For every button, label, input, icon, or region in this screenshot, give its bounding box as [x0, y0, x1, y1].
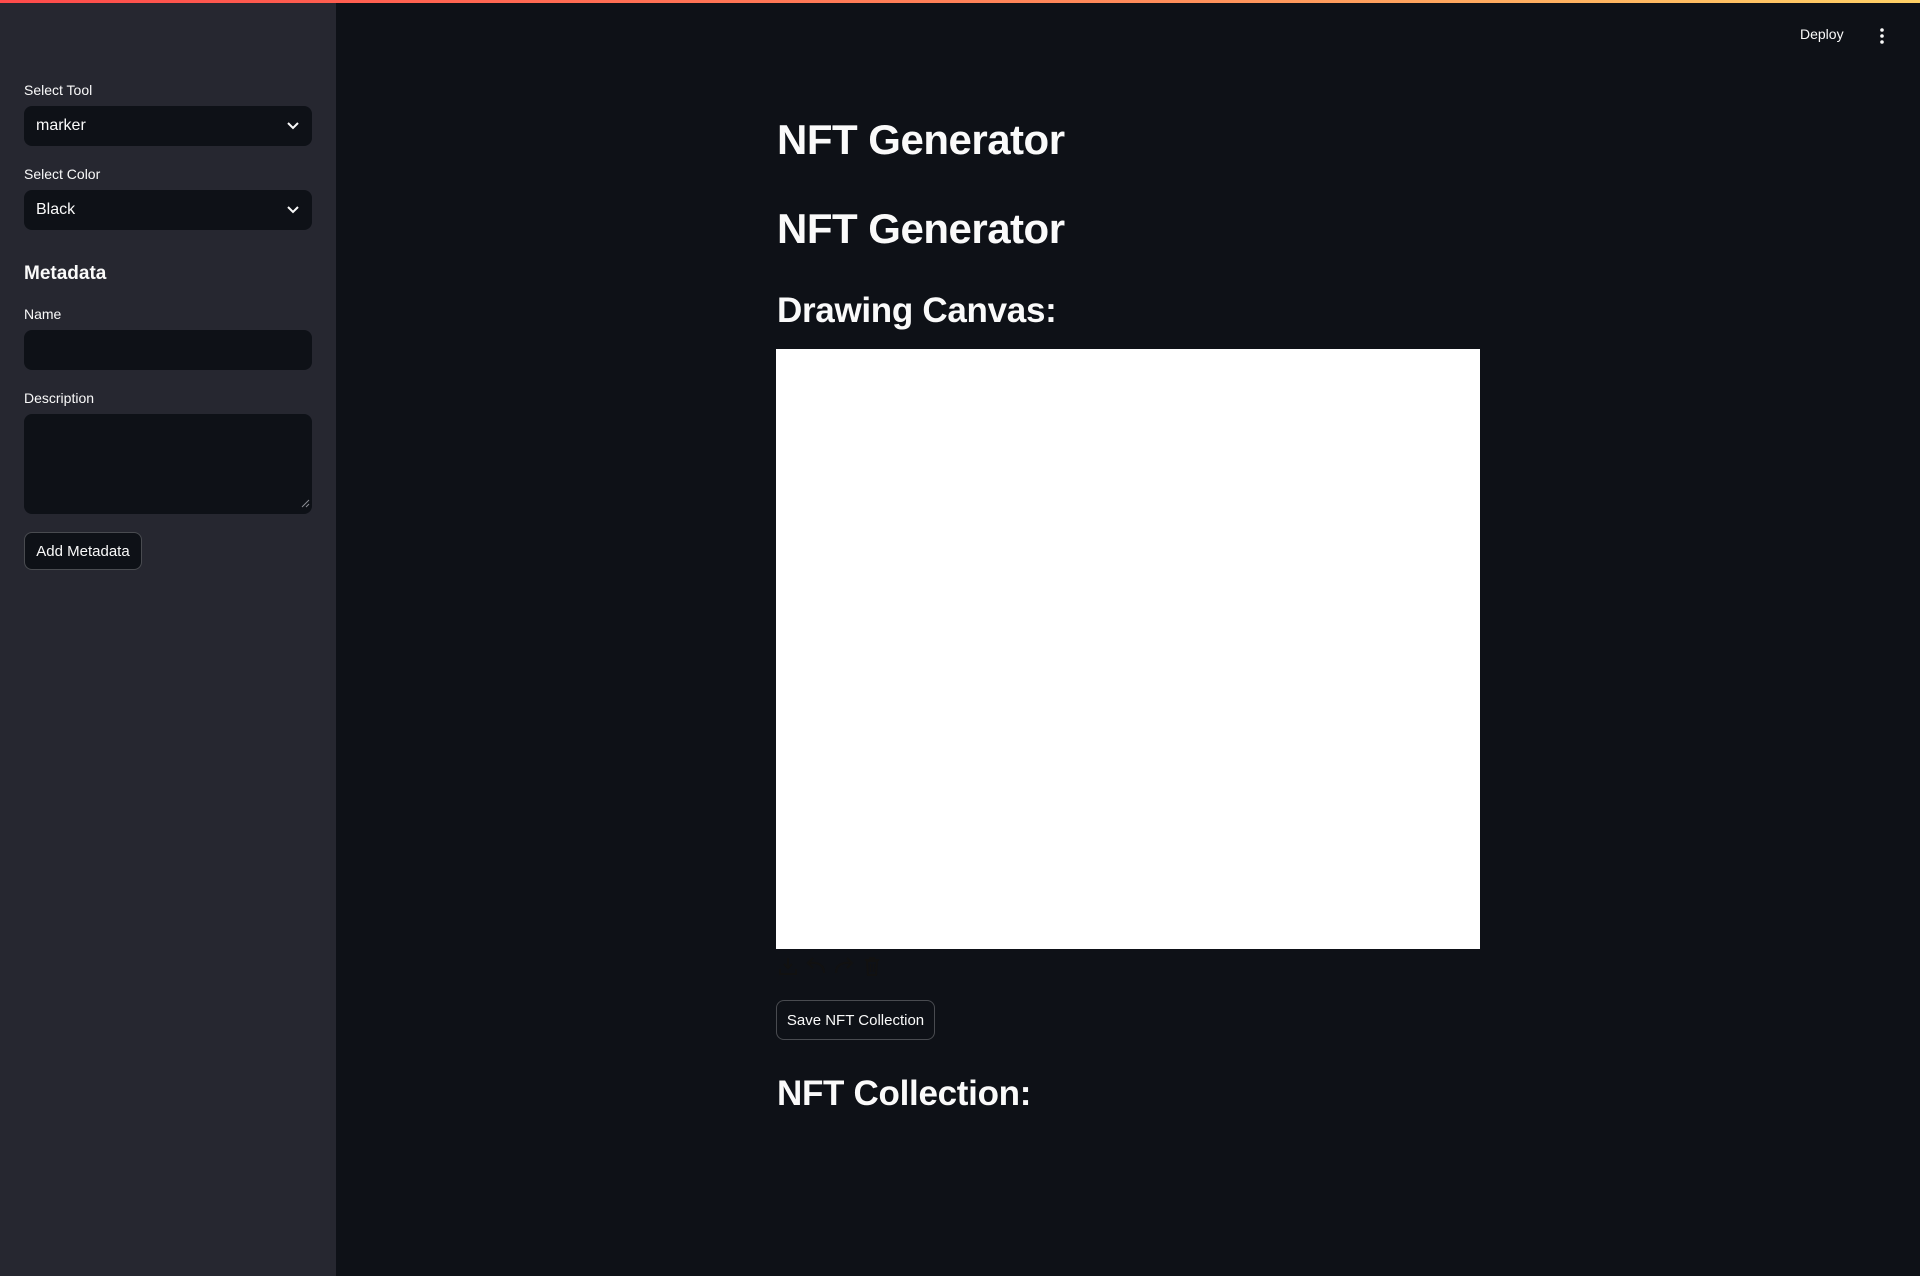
nft-collection-heading: NFT Collection: [777, 1074, 1032, 1113]
name-input[interactable] [24, 330, 312, 370]
download-icon[interactable] [776, 954, 800, 978]
description-label: Description [24, 390, 95, 406]
drawing-canvas[interactable] [776, 349, 1480, 949]
select-color-value: Black [36, 201, 76, 218]
save-nft-collection-button[interactable]: Save NFT Collection [776, 1000, 935, 1040]
select-tool-label: Select Tool [24, 82, 93, 98]
chevron-down-icon [286, 119, 300, 133]
chevron-down-icon [286, 203, 300, 217]
page-title-repeat: NFT Generator [777, 205, 1065, 252]
undo-icon[interactable] [804, 954, 828, 978]
canvas-toolbar [776, 954, 884, 978]
add-metadata-button[interactable]: Add Metadata [24, 532, 142, 570]
select-color-label: Select Color [24, 166, 101, 182]
kebab-menu-icon[interactable] [1874, 25, 1890, 47]
name-label: Name [24, 306, 62, 322]
select-tool-value: marker [36, 117, 86, 134]
redo-icon[interactable] [832, 954, 856, 978]
resize-grip-icon[interactable] [300, 498, 310, 508]
metadata-heading: Metadata [24, 263, 107, 284]
sidebar: Select Tool marker Select Color Black Me… [0, 0, 336, 1276]
deploy-button[interactable]: Deploy [1800, 26, 1844, 42]
description-textarea[interactable] [24, 414, 312, 514]
page-title: NFT Generator [777, 116, 1065, 163]
select-tool-dropdown[interactable]: marker [24, 106, 312, 146]
top-accent-bar [0, 0, 1920, 3]
select-color-dropdown[interactable]: Black [24, 190, 312, 230]
drawing-canvas-heading: Drawing Canvas: [777, 291, 1057, 330]
trash-icon[interactable] [860, 954, 884, 978]
